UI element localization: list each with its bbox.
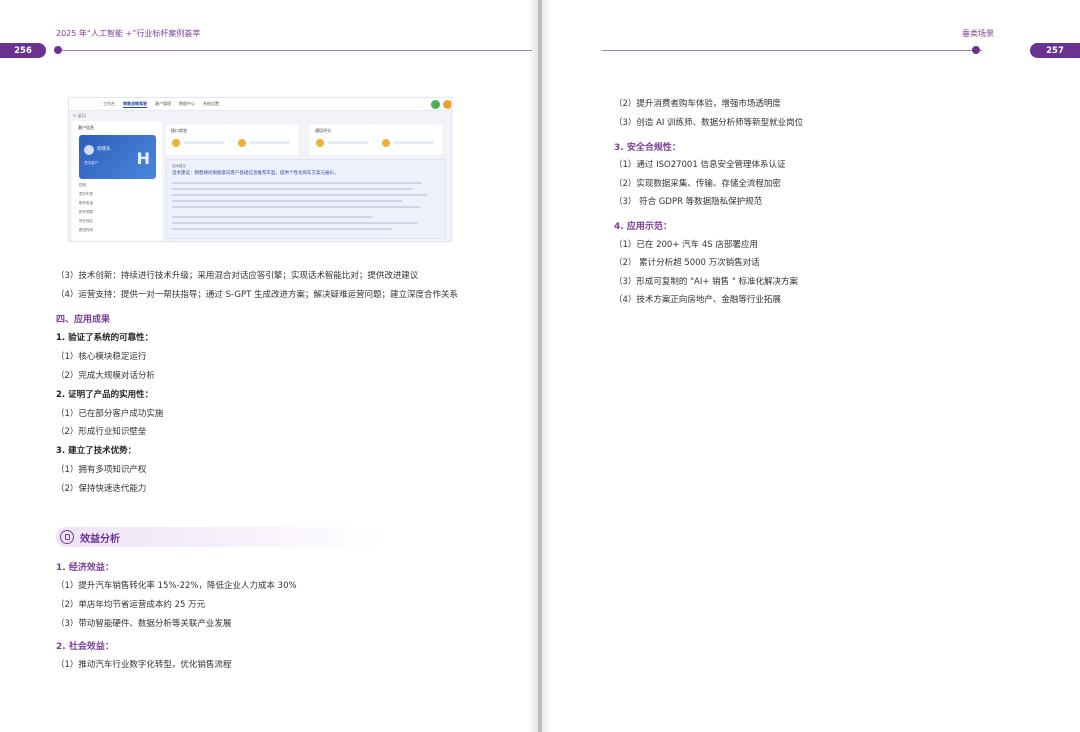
right-page-number: 257	[1030, 43, 1080, 58]
avatar	[84, 145, 94, 155]
list-item: （3） 符合 GDPR 等数据隐私保护规范	[614, 197, 763, 207]
group-heading: 1. 验证了系统的可靠性：	[56, 333, 154, 343]
tech-innovation-line: （3）技术创新：持续进行技术升级；采用混合对话应答引擎；实现话术智能比对；提供改…	[56, 271, 419, 281]
screenshot-user-icon	[443, 100, 451, 109]
list-item: （2）形成行业知识壁垒	[56, 427, 147, 437]
screenshot-mini-title: 接口状态	[171, 128, 187, 133]
list-item: （3）创造 AI 训练师、数据分析师等新型就业岗位	[614, 118, 804, 128]
section-banner: 效益分析	[56, 527, 386, 547]
screenshot-card-letter: H	[136, 149, 150, 168]
left-header-rule	[62, 50, 532, 51]
list-item: （3）带动智能硬件、数据分析等关联产业发展	[56, 619, 232, 629]
text-line	[172, 194, 427, 196]
screenshot-mini-bar	[184, 141, 224, 144]
right-header-dot	[972, 46, 980, 54]
text-line	[172, 188, 412, 190]
screenshot-kv-label: 性别	[79, 183, 86, 187]
screenshot-topbar: 工作台 销售战略驾驶 客户管理 数据中心 系统设置	[69, 98, 451, 111]
text-line	[172, 200, 402, 202]
right-header-rule	[602, 50, 982, 51]
list-item: （3）形成可复制的 "AI+ 销售 " 标准化解决方案	[614, 277, 798, 287]
screenshot-recommendation-box: 话术建议 话术建议：销售顾问根据意向客户基础信息推荐车型，提供个性化购车方案与报…	[166, 159, 446, 239]
banner-title: 效益分析	[80, 534, 120, 545]
list-item: （1）核心模块稳定运行	[56, 352, 147, 362]
status-icon	[316, 139, 324, 147]
screenshot-mini-bar	[250, 141, 290, 144]
screenshot-mini-card: 通话评分	[310, 125, 442, 155]
group-heading: 3. 建立了技术优势：	[56, 446, 137, 456]
screenshot-tab: 工作台	[103, 101, 115, 106]
screenshot-tab: 系统设置	[203, 101, 219, 106]
list-item: （1）拥有多项知识产权	[56, 465, 147, 475]
left-header-title: 2025 年“人工智能 +”行业标杆案例荟萃	[56, 29, 201, 38]
screenshot-mini-bar	[394, 141, 434, 144]
status-icon	[172, 139, 180, 147]
screenshot-kv-label: 购车预算	[79, 210, 93, 214]
left-page: 2025 年“人工智能 +”行业标杆案例荟萃 256 工作台 销售战略驾驶 客户…	[0, 0, 538, 732]
list-item: （1）推动汽车行业数字化转型，优化销售流程	[56, 660, 232, 670]
status-icon	[238, 139, 246, 147]
status-icon	[382, 139, 390, 147]
screenshot-tab: 客户管理	[155, 101, 171, 106]
screenshot-kv-label: 联系电话	[79, 201, 93, 205]
report-icon	[60, 530, 74, 544]
text-line	[172, 222, 417, 224]
screenshot-rec-title: 话术建议	[172, 164, 186, 168]
economic-heading: 1. 经济效益：	[56, 563, 114, 573]
text-line	[172, 206, 420, 208]
left-page-number: 256	[0, 43, 46, 58]
screenshot-mini-title: 通话评分	[315, 128, 331, 133]
screenshot-mini-card: 接口状态	[166, 125, 298, 155]
list-item: （2）保持快速迭代能力	[56, 484, 147, 494]
screenshot-tab: 数据中心	[179, 101, 195, 106]
list-item: （1）通过 ISO27001 信息安全管理体系认证	[614, 160, 786, 170]
screenshot-customer-card: 何晓东 意向客户 H	[79, 135, 156, 179]
social-heading: 2. 社会效益：	[56, 642, 114, 652]
group-heading: 2. 证明了产品的实用性：	[56, 390, 154, 400]
screenshot-left-panel: 客户信息 何晓东 意向客户 H 性别 意向车型 联系电话 购车预算 所在地区 跟…	[72, 121, 162, 241]
screenshot-kv-label: 跟进时间	[79, 228, 93, 232]
section-heading: 四、应用成果	[56, 315, 111, 325]
ops-support-line: （4）运营支持：提供一对一帮扶指导；通过 S-GPT 生成改进方案；解决疑难运营…	[56, 290, 458, 300]
list-item: （1）已在 200+ 汽车 4S 店部署应用	[614, 240, 758, 250]
text-line	[172, 216, 372, 218]
list-item: （2）单店年均节省运营成本约 25 万元	[56, 600, 206, 610]
screenshot-check-icon	[431, 100, 440, 109]
screenshot-mini-bar	[328, 141, 368, 144]
screenshot-tab: 销售战略驾驶	[123, 101, 147, 108]
screenshot-right-panel: 接口状态 通话评分 话术建议 话术建议：销售顾问根据意向客户基础信息推荐车型，提…	[166, 121, 449, 241]
screenshot-rec-headline: 话术建议：销售顾问根据意向客户基础信息推荐车型，提供个性化购车方案与报价。	[172, 171, 339, 176]
list-item: （2）提升消费者购车体验，增强市场透明度	[614, 99, 781, 109]
list-item: （4）技术方案正向房地产、金融等行业拓展	[614, 295, 781, 305]
right-header-title: 垂类场景	[962, 29, 994, 38]
list-item: （1）提升汽车销售转化率 15%-22%，降低企业人力成本 30%	[56, 581, 297, 591]
demo-heading: 4. 应用示范：	[614, 222, 672, 232]
screenshot-kv-label: 所在地区	[79, 219, 93, 223]
screenshot-kv-label: 意向车型	[79, 192, 93, 196]
screenshot-card-name: 何晓东	[97, 147, 111, 152]
list-item: （2）完成大规模对话分析	[56, 371, 155, 381]
list-item: （2）实现数据采集、传输、存储全流程加密	[614, 179, 781, 189]
embedded-ui-screenshot: 工作台 销售战略驾驶 客户管理 数据中心 系统设置 < 返回 客户信息 何晓东 …	[68, 97, 452, 242]
list-item: （2） 累计分析超 5000 万次销售对话	[614, 258, 760, 268]
left-header-dot	[54, 46, 62, 54]
screenshot-breadcrumb: < 返回	[73, 113, 86, 118]
right-page: 垂类场景 257 （2）提升消费者购车体验，增强市场透明度 （3）创造 AI 训…	[542, 0, 1080, 732]
text-line	[172, 182, 422, 184]
text-line	[172, 228, 392, 230]
compliance-heading: 3. 安全合规性：	[614, 143, 681, 153]
screenshot-card-tag: 意向客户	[84, 161, 98, 165]
screenshot-panel-title: 客户信息	[78, 125, 94, 130]
list-item: （1）已在部分客户成功实施	[56, 409, 164, 419]
